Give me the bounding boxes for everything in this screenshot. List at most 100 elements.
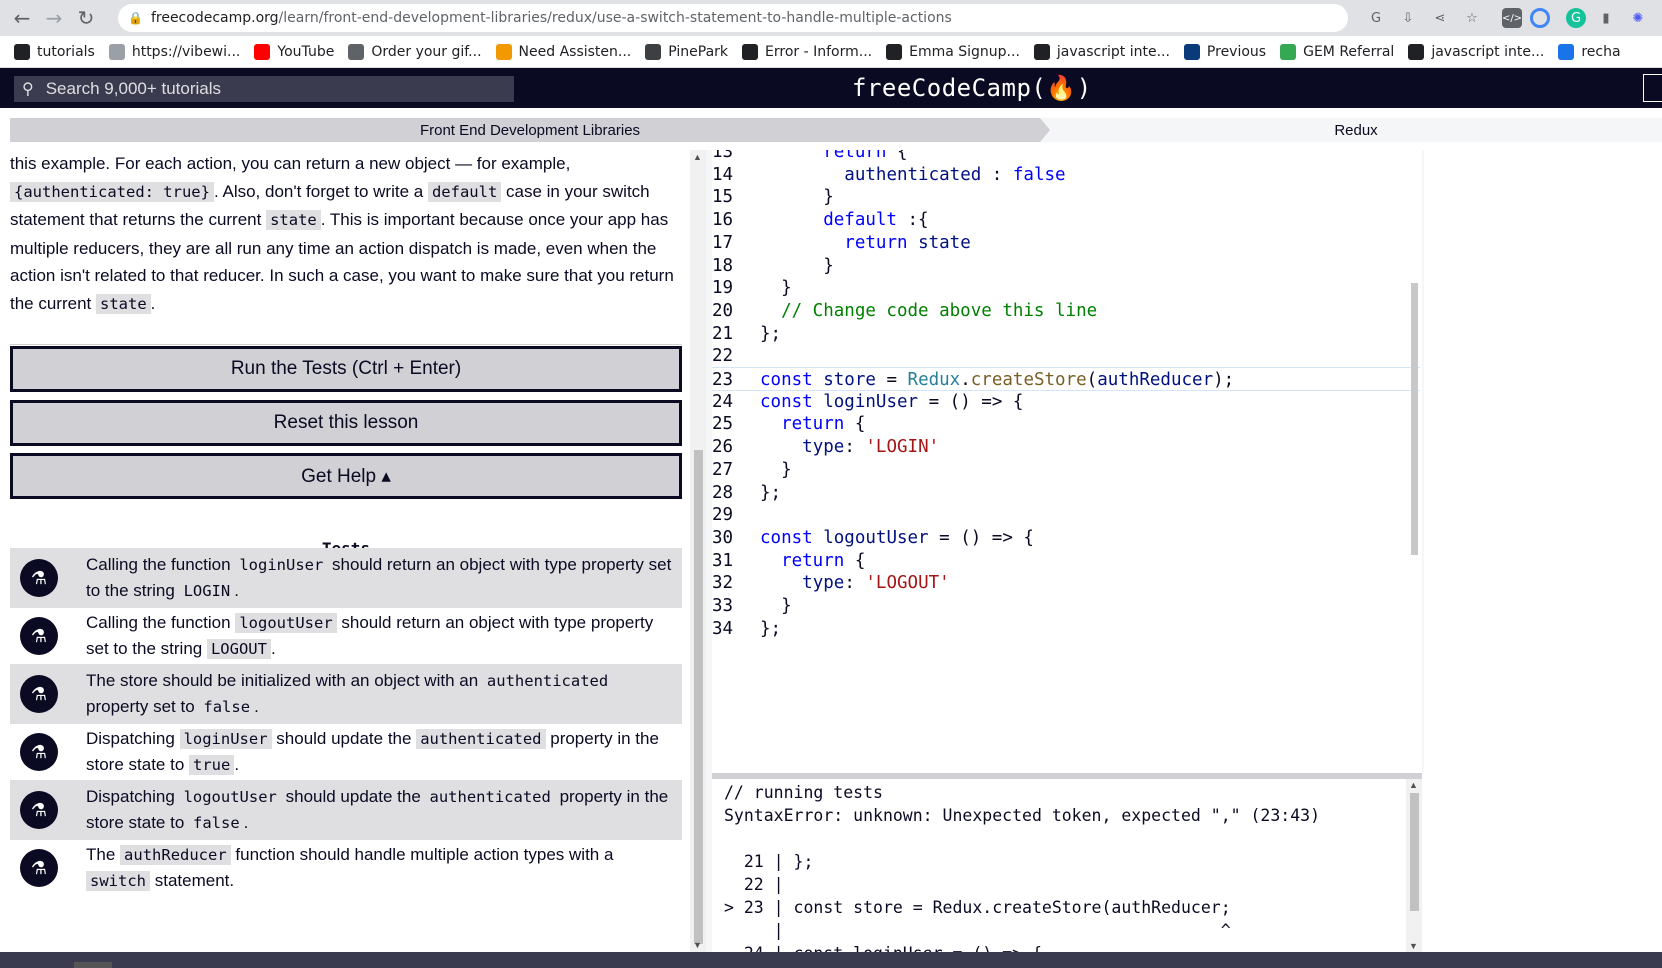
breadcrumb-topic[interactable]: Redux <box>1050 118 1662 142</box>
folder-icon <box>14 43 30 60</box>
test-text: Calling the function loginUser should re… <box>86 552 676 604</box>
test-output-console: // running tests SyntaxError: unknown: Un… <box>712 779 1408 952</box>
menu-button[interactable] <box>1643 74 1662 102</box>
bookmark-item[interactable]: Previous <box>1183 43 1266 60</box>
get-help-button[interactable]: Get Help ▴ <box>10 453 682 499</box>
scroll-up-icon[interactable]: ▲ <box>1409 780 1418 790</box>
scrollbar-thumb[interactable] <box>1410 793 1419 911</box>
instructions-scrollbar[interactable]: ▲ ▼ <box>690 150 706 952</box>
bookmark-item[interactable]: https://vibewi... <box>108 43 240 60</box>
code-text[interactable]: default :{ <box>760 208 928 232</box>
share-icon[interactable]: ⋖ <box>1430 8 1450 28</box>
code-text[interactable]: }; <box>760 481 781 505</box>
inline-code: logoutUser <box>235 613 337 633</box>
code-line[interactable]: 31 return { <box>712 549 1420 573</box>
scroll-down-icon[interactable]: ▼ <box>1409 941 1418 951</box>
code-text[interactable]: } <box>760 254 834 278</box>
console-scrollbar[interactable]: ▲ ▼ <box>1406 779 1422 952</box>
code-line[interactable]: 22 <box>712 344 1420 368</box>
line-number: 34 <box>712 618 734 639</box>
scroll-down-icon[interactable]: ▼ <box>693 940 702 950</box>
line-number: 18 <box>712 255 734 276</box>
devtools-extension-icon[interactable]: </> <box>1502 8 1522 28</box>
scroll-up-icon[interactable]: ▲ <box>693 152 702 162</box>
bookmark-item[interactable]: javascript inte... <box>1033 43 1170 60</box>
code-line[interactable]: 14 authenticated : false <box>712 163 1420 187</box>
code-line[interactable]: 21}; <box>712 322 1420 346</box>
code-line[interactable]: 23 const store = Redux.createStore(authRe… <box>712 367 1420 391</box>
bookmark-item[interactable]: recha <box>1558 43 1621 60</box>
globe-icon <box>645 43 662 60</box>
code-text[interactable]: const logoutUser = () => { <box>760 526 1034 550</box>
code-text[interactable]: } <box>760 276 792 300</box>
star-icon[interactable]: ☆ <box>1462 8 1482 28</box>
reload-icon[interactable]: ↻ <box>72 6 100 30</box>
code-line[interactable]: 20 // Change code above this line <box>712 299 1420 323</box>
inline-code: LOGIN <box>179 581 235 601</box>
reset-lesson-button[interactable]: Reset this lesson <box>10 400 682 446</box>
code-line[interactable]: 15 } <box>712 185 1420 209</box>
code-line[interactable]: 25 return { <box>712 412 1420 436</box>
bookmark-item[interactable]: Order your gif... <box>348 43 482 60</box>
code-line[interactable]: 26 type: 'LOGIN' <box>712 435 1420 459</box>
editor-scrollbar-thumb[interactable] <box>1411 283 1418 555</box>
fcc-logo[interactable]: freeCodeCamp(🔥) <box>852 74 1092 102</box>
scrollbar-thumb[interactable] <box>694 450 703 944</box>
forward-icon[interactable]: → <box>40 6 68 30</box>
run-tests-button[interactable]: Run the Tests (Ctrl + Enter) <box>10 346 682 392</box>
line-number: 15 <box>712 187 734 208</box>
grammarly-icon[interactable]: G <box>1566 8 1586 28</box>
code-line[interactable]: 28}; <box>712 481 1420 505</box>
code-line[interactable]: 32 type: 'LOGOUT' <box>712 571 1420 595</box>
code-line[interactable]: 27 } <box>712 458 1420 482</box>
bookmark-item[interactable]: PinePark <box>645 43 728 60</box>
code-text[interactable]: } <box>760 458 792 482</box>
code-text[interactable]: } <box>760 185 834 209</box>
code-text[interactable]: }; <box>760 322 781 346</box>
address-bar[interactable]: 🔒 freecodecamp.org/learn/front-end-devel… <box>118 4 1348 32</box>
code-line[interactable]: 18 } <box>712 254 1420 278</box>
color-extension-icon[interactable] <box>1530 8 1550 28</box>
code-editor[interactable]: 13 return {14 authenticated : false 15 } 1… <box>712 150 1420 773</box>
install-icon[interactable]: ⇩ <box>1398 8 1418 28</box>
settings-extension-icon[interactable]: ✺ <box>1628 8 1648 28</box>
code-line[interactable]: 19 } <box>712 276 1420 300</box>
bookmark-item[interactable]: Emma Signup... <box>886 43 1020 60</box>
code-text[interactable]: type: 'LOGOUT' <box>760 571 950 595</box>
breadcrumb-section[interactable]: Front End Development Libraries <box>10 118 1050 142</box>
code-text[interactable]: const store = Redux.createStore(authRedu… <box>760 368 1234 392</box>
gem-icon <box>1280 43 1297 60</box>
code-line[interactable]: 33 } <box>712 594 1420 618</box>
code-text[interactable]: const loginUser = () => { <box>760 390 1023 414</box>
code-text[interactable]: return state <box>760 231 970 255</box>
hexagon-icon <box>886 43 903 60</box>
bookmark-item[interactable]: YouTube <box>254 43 334 60</box>
code-line[interactable]: 24 const loginUser = () => { <box>712 390 1420 414</box>
code-text[interactable]: type: 'LOGIN' <box>760 435 939 459</box>
code-line[interactable]: 34}; <box>712 617 1420 641</box>
search-input[interactable]: ⚲ Search 9,000+ tutorials <box>14 76 514 102</box>
taskbar-item[interactable] <box>74 962 112 968</box>
google-icon[interactable]: G <box>1366 8 1386 28</box>
code-text[interactable]: return { <box>760 412 865 436</box>
inline-code: default <box>427 181 502 202</box>
code-line[interactable]: 29 <box>712 503 1420 527</box>
code-text[interactable]: // Change code above this line <box>760 299 1097 323</box>
code-text[interactable]: return { <box>760 549 865 573</box>
test-text-part: should update the <box>271 729 417 748</box>
code-line[interactable]: 17 return state <box>712 231 1420 255</box>
stats-extension-icon[interactable]: ▮ <box>1596 8 1616 28</box>
code-text[interactable]: authenticated : false <box>760 163 1065 187</box>
code-line[interactable]: 16 default :{ <box>712 208 1420 232</box>
bookmark-item[interactable]: GEM Referral <box>1280 43 1394 60</box>
bookmark-item[interactable]: tutorials <box>14 43 95 60</box>
back-icon[interactable]: ← <box>8 6 36 30</box>
code-line[interactable]: 30 const logoutUser = () => { <box>712 526 1420 550</box>
bookmark-item[interactable]: Error - Inform... <box>742 43 872 60</box>
bookmark-item[interactable]: javascript inte... <box>1408 43 1544 60</box>
code-text[interactable]: } <box>760 594 792 618</box>
search-placeholder: Search 9,000+ tutorials <box>45 79 222 98</box>
bookmark-label: Order your gif... <box>371 43 482 60</box>
bookmark-item[interactable]: Need Assisten... <box>495 43 631 60</box>
code-text[interactable]: }; <box>760 617 781 641</box>
